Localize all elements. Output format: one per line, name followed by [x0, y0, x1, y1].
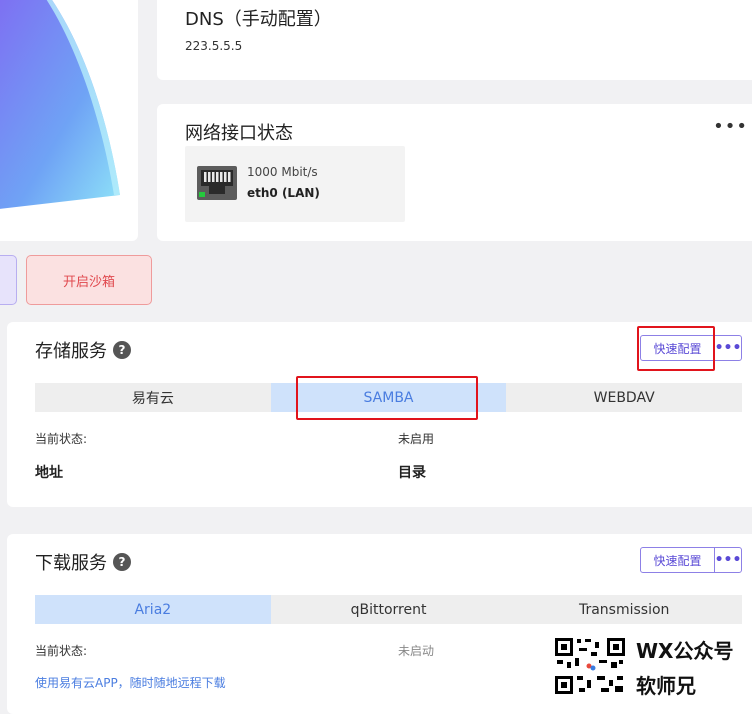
- download-status-label: 当前状态:: [35, 644, 88, 658]
- app-download-link[interactable]: 使用易有云APP，随时随地远程下载: [35, 674, 226, 691]
- storage-status-label: 当前状态:: [35, 432, 88, 446]
- overview-card: [0, 0, 138, 241]
- ethernet-port[interactable]: 1000 Mbit/s eth0 (LAN): [185, 146, 405, 222]
- storage-title-row: 存储服务 ?: [35, 337, 131, 363]
- qr-code-graphic: [555, 638, 625, 694]
- tab-aria2[interactable]: Aria2: [35, 595, 271, 624]
- storage-service-card: 存储服务 ? 快速配置 ••• 易有云 SAMBA WEBDAV 当前状态: 未…: [7, 322, 752, 507]
- storage-status-value: 未启用: [398, 432, 435, 446]
- download-quick-config-button[interactable]: 快速配置: [640, 547, 715, 573]
- column-header-address: 地址: [35, 465, 63, 481]
- decorative-gradient: [0, 0, 120, 209]
- qr-code-image: [553, 636, 629, 696]
- download-status-value: 未启动: [398, 644, 435, 658]
- partial-action-button[interactable]: [0, 255, 17, 305]
- storage-more-button[interactable]: •••: [714, 335, 742, 361]
- help-icon[interactable]: ?: [113, 341, 131, 359]
- watermark-line-2: 软师兄: [636, 674, 696, 698]
- more-options-icon[interactable]: •••: [713, 118, 748, 136]
- ethernet-port-icon: [197, 166, 237, 200]
- highlight-box-quick-config: [637, 326, 715, 371]
- help-icon[interactable]: ?: [113, 553, 131, 571]
- enable-sandbox-button[interactable]: 开启沙箱: [26, 255, 152, 305]
- tab-transmission[interactable]: Transmission: [506, 595, 742, 624]
- column-header-directory: 目录: [398, 465, 426, 481]
- download-title: 下载服务: [35, 553, 107, 574]
- watermark-line-1: WX公众号: [636, 639, 734, 663]
- storage-title: 存储服务: [35, 341, 107, 362]
- highlight-box-samba: [296, 376, 478, 420]
- dns-value: 223.5.5.5: [185, 39, 243, 53]
- download-more-button[interactable]: •••: [714, 547, 742, 573]
- network-interface-card: 网络接口状态 ••• 1000 Mbit/s eth0 (LAN): [157, 104, 752, 241]
- download-title-row: 下载服务 ?: [35, 549, 131, 575]
- network-title: 网络接口状态: [185, 123, 293, 144]
- port-name: eth0 (LAN): [247, 186, 320, 200]
- dns-card: DNS（手动配置） 223.5.5.5: [157, 0, 752, 80]
- tab-qbittorrent[interactable]: qBittorrent: [271, 595, 507, 624]
- dns-title: DNS（手动配置）: [185, 9, 332, 30]
- tab-webdav[interactable]: WEBDAV: [506, 383, 742, 412]
- download-tabs: Aria2 qBittorrent Transmission: [35, 595, 742, 624]
- tab-yiyouyun[interactable]: 易有云: [35, 383, 271, 412]
- port-speed: 1000 Mbit/s: [247, 165, 318, 179]
